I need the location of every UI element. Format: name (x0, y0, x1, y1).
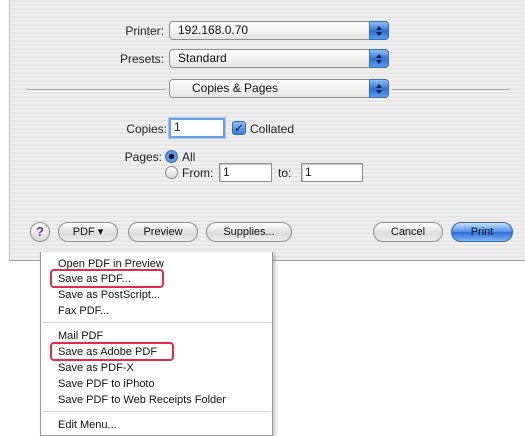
pages-to-label: to: (278, 166, 292, 180)
menu-separator (42, 411, 271, 412)
menu-item-save-as-postscript[interactable]: Save as PostScript... (58, 288, 160, 302)
panel-popup[interactable]: Copies & Pages (169, 79, 389, 98)
pages-all-radio[interactable] (165, 150, 178, 163)
pages-label: Pages: (124, 150, 162, 164)
menu-item-save-as-pdf-x[interactable]: Save as PDF-X (58, 361, 134, 375)
collated-checkbox[interactable]: ✓ (232, 121, 246, 135)
help-button[interactable]: ? (30, 222, 50, 242)
printer-popup[interactable]: 192.168.0.70 (169, 21, 389, 40)
stepper-arrows-icon (369, 49, 389, 68)
menu-item-fax-pdf[interactable]: Fax PDF... (58, 304, 109, 318)
printer-label: Printer: (125, 24, 164, 38)
checkmark-icon: ✓ (233, 121, 245, 135)
presets-value: Standard (178, 51, 227, 65)
stepper-arrows-icon (369, 21, 389, 40)
menu-item-mail-pdf[interactable]: Mail PDF (58, 329, 103, 343)
print-button[interactable]: Print (451, 222, 513, 242)
menu-item-open-pdf-in-preview[interactable]: Open PDF in Preview (58, 257, 164, 271)
pages-from-radio[interactable] (165, 166, 178, 179)
menu-item-save-as-pdf[interactable]: Save as PDF... (58, 272, 131, 286)
pdf-button[interactable]: PDF ▾ (58, 222, 118, 242)
presets-label: Presets: (119, 52, 164, 66)
menu-separator (42, 322, 271, 323)
menu-item-save-as-adobe-pdf[interactable]: Save as Adobe PDF (58, 345, 157, 359)
panel-value: Copies & Pages (192, 81, 279, 95)
printer-value: 192.168.0.70 (178, 23, 249, 37)
presets-popup[interactable]: Standard (169, 49, 389, 68)
cancel-button[interactable]: Cancel (373, 222, 443, 242)
pages-to-field[interactable]: 1 (301, 163, 363, 182)
separator-right (392, 89, 510, 90)
copies-label: Copies: (126, 122, 167, 136)
menu-item-save-pdf-to-iphoto[interactable]: Save PDF to iPhoto (58, 377, 155, 391)
copies-field[interactable]: 1 (169, 118, 225, 138)
supplies-button[interactable]: Supplies... (206, 222, 292, 242)
separator-left (26, 89, 166, 90)
pages-from-field[interactable]: 1 (219, 163, 272, 182)
menu-item-edit-menu[interactable]: Edit Menu... (58, 418, 117, 432)
pages-from-label: From: (182, 166, 214, 180)
pages-all-label: All (182, 150, 196, 164)
collated-label: Collated (250, 122, 295, 136)
pdf-menu: Open PDF in Preview Save as PDF... Save … (40, 252, 273, 436)
help-icon: ? (36, 224, 44, 239)
stepper-arrows-icon (369, 79, 389, 98)
menu-item-save-pdf-to-web-receipts[interactable]: Save PDF to Web Receipts Folder (58, 393, 226, 407)
preview-button[interactable]: Preview (128, 222, 198, 242)
